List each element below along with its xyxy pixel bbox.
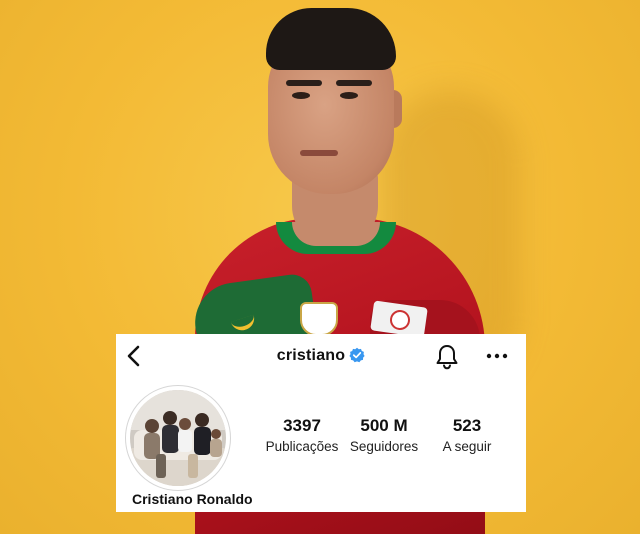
profile-top-bar: cristiano [116,334,526,380]
profile-stats: 3397 Publicações 500 M Seguidores 523 A … [254,416,514,460]
username-header: cristiano [116,347,526,365]
posts-stat[interactable]: 3397 Publicações [254,416,350,458]
eyebrow-right [336,80,372,86]
profile-avatar[interactable] [125,385,231,491]
username: cristiano [276,347,346,364]
avatar-image [130,390,226,486]
hair [266,8,396,70]
eyebrow-left [286,80,322,86]
posts-count: 3397 [283,416,321,435]
following-count: 523 [452,416,482,435]
following-stat[interactable]: 523 A seguir [432,416,502,458]
followers-label: Seguidores [349,439,419,454]
verified-badge-icon [349,347,365,363]
collar-inner [292,222,380,246]
eye-left [292,92,310,99]
mouth [300,150,338,156]
eye-right [340,92,358,99]
profile-full-name: Cristiano Ronaldo [132,491,253,507]
followers-stat[interactable]: 500 M Seguidores [342,416,426,458]
team-crest [300,302,338,336]
followers-count: 500 M [360,416,408,435]
posts-label: Publicações [265,439,339,454]
following-label: A seguir [442,439,492,454]
more-horizontal-icon[interactable] [484,346,510,366]
bell-icon[interactable] [434,343,460,371]
profile-card: cristiano 3397 Publicações 500 M Seguido… [116,334,526,512]
